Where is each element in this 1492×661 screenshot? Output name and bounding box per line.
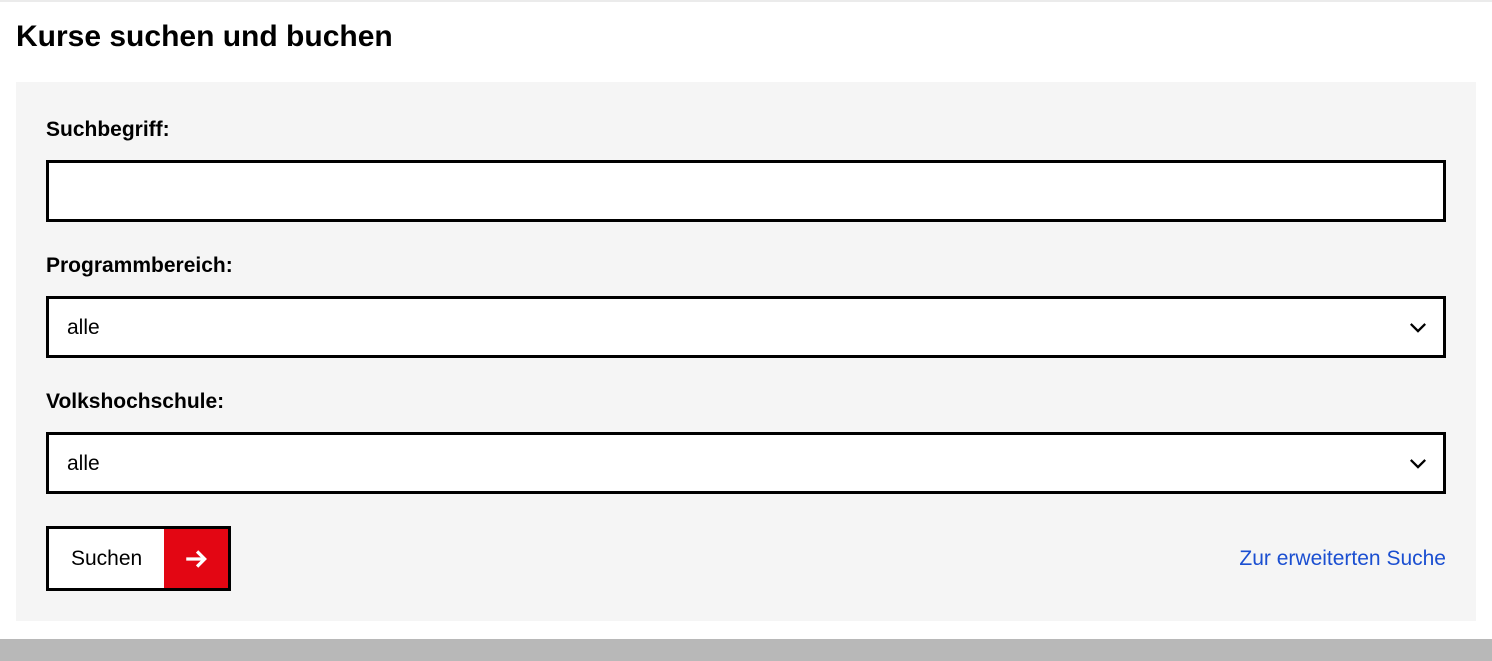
advanced-search-link[interactable]: Zur erweiterten Suche [1239, 547, 1446, 571]
footer-bar [0, 639, 1492, 661]
page-wrap: Kurse suchen und buchen Suchbegriff: Pro… [0, 2, 1492, 621]
search-form-panel: Suchbegriff: Programmbereich: alle Volks… [16, 82, 1476, 621]
vhs-select[interactable]: alle [46, 432, 1446, 494]
field-group-search-term: Suchbegriff: [46, 118, 1446, 222]
vhs-label: Volkshochschule: [46, 390, 1446, 414]
program-area-select[interactable]: alle [46, 296, 1446, 358]
search-button-label: Suchen [49, 529, 164, 588]
field-group-vhs: Volkshochschule: alle [46, 390, 1446, 494]
page-title: Kurse suchen und buchen [16, 20, 1476, 54]
search-button[interactable]: Suchen [46, 526, 231, 591]
arrow-right-icon [164, 529, 228, 588]
program-area-label: Programmbereich: [46, 254, 1446, 278]
search-term-label: Suchbegriff: [46, 118, 1446, 142]
search-term-input[interactable] [46, 160, 1446, 222]
field-group-program-area: Programmbereich: alle [46, 254, 1446, 358]
action-row: Suchen Zur erweiterten Suche [46, 526, 1446, 591]
